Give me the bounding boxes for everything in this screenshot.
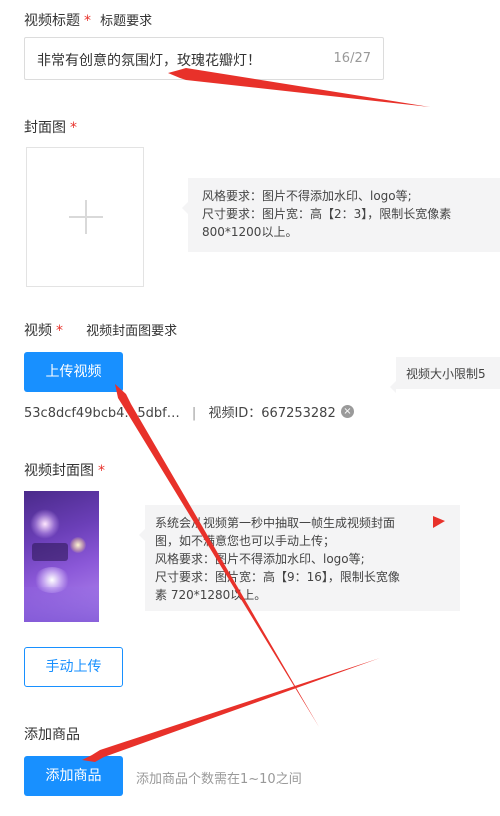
remove-video-icon[interactable]: × <box>341 405 354 418</box>
cover-label: 封面图 <box>24 120 66 136</box>
title-requirement-link[interactable]: 标题要求 <box>100 14 152 29</box>
title-char-count: 16/27 <box>333 51 371 66</box>
video-cover-tip: 系统会从视频第一秒中抽取一帧生成视频封面 图，如不满意您也可以手动上传； 风格要… <box>139 505 460 611</box>
cover-tip-line: 尺寸要求：图片宽：高【2：3】，限制长宽像素 <box>202 207 452 221</box>
required-mark: * <box>56 323 63 339</box>
video-cover-tip-line: 图，如不满意您也可以手动上传； <box>155 534 336 548</box>
video-cover-thumbnail <box>24 491 99 622</box>
product-count-hint: 添加商品个数需在1~10之间 <box>136 772 302 787</box>
manual-upload-button[interactable]: 手动上传 <box>24 647 123 687</box>
required-mark: * <box>70 120 77 136</box>
video-id: 视频ID：667253282 <box>208 406 336 421</box>
title-label-row: 视频标题 * 标题要求 <box>24 10 152 30</box>
cover-tip: 风格要求：图片不得添加水印、logo等; 尺寸要求：图片宽：高【2：3】，限制长… <box>182 178 500 252</box>
video-label: 视频 <box>24 323 52 339</box>
video-size-tip: 视频大小限制5 <box>390 357 500 393</box>
upload-video-button[interactable]: 上传视频 <box>24 352 123 392</box>
cover-tip-line: 800*1200以上。 <box>202 225 298 239</box>
video-file-row: 53c8dcf49bcb4…5dbf… | 视频ID：667253282 <box>24 402 336 421</box>
product-label: 添加商品 <box>24 727 80 743</box>
video-cover-tip-line: 系统会从视频第一秒中抽取一帧生成视频封面 <box>155 516 396 530</box>
video-cover-tip-line: 素 720*1280以上。 <box>155 588 267 602</box>
separator: | <box>191 406 197 421</box>
video-label-row: 视频 * 视频封面图要求 <box>24 320 177 340</box>
required-mark: * <box>84 13 91 29</box>
annotation-arrow <box>82 658 380 762</box>
add-product-button[interactable]: 添加商品 <box>24 756 123 796</box>
title-input-value: 非常有创意的氛围灯，玫瑰花瓣灯！ <box>37 53 261 69</box>
video-file-name: 53c8dcf49bcb4…5dbf… <box>24 406 180 421</box>
cover-tip-line: 风格要求：图片不得添加水印、logo等; <box>202 189 412 203</box>
cover-label-row: 封面图 * <box>24 117 77 137</box>
video-cover-label-row: 视频封面图 * <box>24 460 105 480</box>
video-cover-label: 视频封面图 <box>24 463 94 479</box>
cover-upload-box[interactable] <box>26 147 144 287</box>
title-label: 视频标题 <box>24 13 80 29</box>
video-cover-tip-line: 风格要求：图片不得添加水印、logo等; <box>155 552 365 566</box>
video-cover-tip-line: 尺寸要求：图片宽：高【9：16】，限制长宽像 <box>155 570 400 584</box>
plus-icon-vertical <box>85 200 87 234</box>
required-mark: * <box>98 463 105 479</box>
video-requirement-link[interactable]: 视频封面图要求 <box>86 324 177 339</box>
title-input[interactable]: 非常有创意的氛围灯，玫瑰花瓣灯！ 16/27 <box>24 37 384 80</box>
